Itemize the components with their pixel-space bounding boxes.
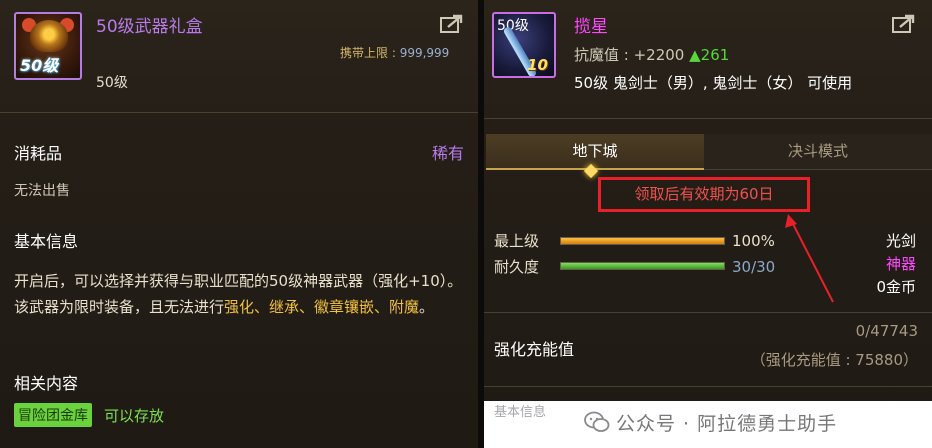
wechat-icon xyxy=(584,411,610,432)
partial-section-heading: 基本信息 xyxy=(494,405,547,420)
watermark-banner: 基本信息 公众号 · 阿拉德勇士助手 xyxy=(484,401,932,448)
watermark-text: 公众号 · 阿拉德勇士助手 xyxy=(616,413,838,435)
annotation-arrow xyxy=(785,214,834,303)
